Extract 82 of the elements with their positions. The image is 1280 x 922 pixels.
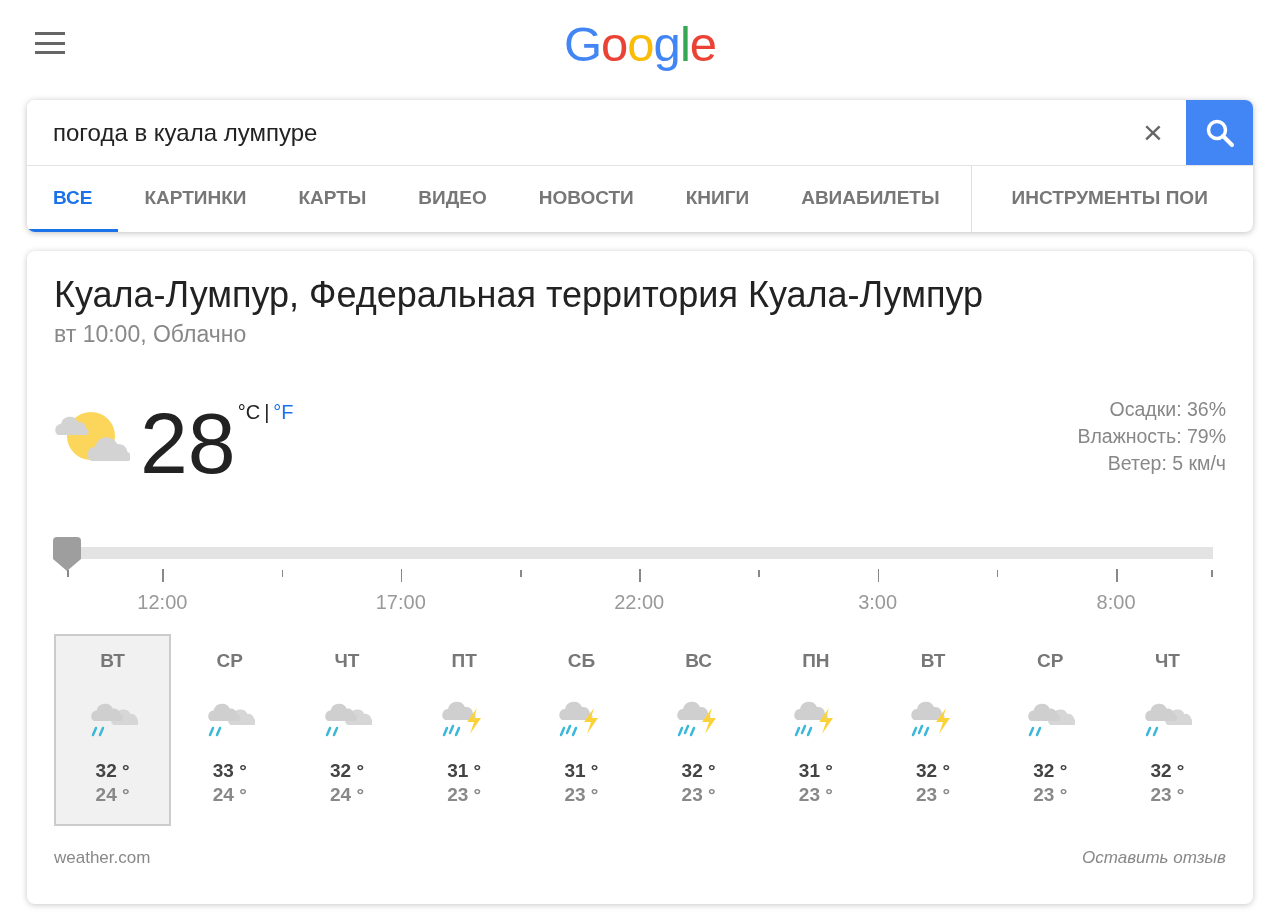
search-field[interactable]: погода в куала лумпуре (27, 100, 1120, 165)
time-label: 8:00 (1096, 591, 1136, 614)
high-temperature: 32 ° (1033, 760, 1068, 782)
tick-mark (520, 570, 522, 577)
day-forecast[interactable]: ПТ 31 ° 23 ° (405, 634, 523, 826)
low-temperature: 24 ° (330, 784, 364, 806)
high-temperature: 33 ° (212, 760, 247, 782)
day-forecast[interactable]: ПН 31 ° 23 ° (757, 634, 875, 826)
tick-mark (281, 570, 284, 577)
low-temperature: 23 ° (564, 784, 599, 806)
search-tab[interactable]: КНИГИ (659, 166, 776, 232)
tick-mark (162, 569, 164, 582)
day-name: ЧТ (334, 650, 360, 672)
time-label: 3:00 (858, 591, 898, 614)
day-forecast[interactable]: ЧТ 32 ° 24 ° (288, 634, 406, 826)
weather-detail: Влажность: 79% (1077, 424, 1226, 449)
high-temperature: 32 ° (95, 760, 130, 782)
time-condition: вт 10:00, Облачно (54, 320, 248, 349)
high-temperature: 32 ° (916, 760, 951, 782)
day-forecast[interactable]: СР 33 ° 24 ° (171, 634, 289, 826)
source-link[interactable]: weather.com (54, 848, 151, 868)
time-label: 17:00 (375, 591, 426, 614)
day-forecast[interactable]: СР 32 ° 23 ° (991, 634, 1109, 826)
search-tab[interactable]: ВИДЕО (392, 166, 513, 232)
search-button[interactable] (1186, 100, 1253, 165)
day-name: ПТ (451, 650, 477, 672)
low-temperature: 23 ° (681, 784, 716, 806)
celsius-unit[interactable]: °C (237, 401, 261, 425)
day-name: ВТ (920, 650, 946, 672)
tick-mark (639, 569, 641, 582)
search-tab[interactable]: ИНСТРУМЕНТЫ ПОИ (985, 166, 1234, 232)
temperature: 28 (140, 403, 236, 493)
day-forecast[interactable]: ВТ 32 ° 24 ° (54, 634, 172, 826)
timeline-handle[interactable] (53, 537, 81, 571)
search-tab[interactable]: АВИАБИЛЕТЫ (775, 166, 966, 232)
low-temperature: 23 ° (1150, 784, 1185, 806)
tick-mark (877, 569, 880, 582)
menu-icon[interactable] (35, 32, 65, 54)
search-tab[interactable]: КАРТЫ (272, 166, 393, 232)
low-temperature: 23 ° (916, 784, 951, 806)
tick-mark (1211, 570, 1213, 577)
google-logo: Google (563, 16, 717, 73)
fahrenheit-link[interactable]: °F (273, 401, 294, 425)
search-icon (1204, 117, 1235, 148)
day-forecast[interactable]: ВТ 32 ° 23 ° (874, 634, 992, 826)
day-forecast[interactable]: ВС 32 ° 23 ° (640, 634, 758, 826)
feedback-link[interactable]: Оставить отзыв (1082, 848, 1226, 868)
day-name: СБ (567, 650, 596, 672)
tick-mark (996, 570, 999, 577)
high-temperature: 31 ° (447, 760, 482, 782)
high-temperature: 32 ° (681, 760, 716, 782)
weather-detail: Осадки: 36% (1108, 397, 1226, 422)
time-label: 12:00 (137, 591, 188, 614)
high-temperature: 32 ° (330, 760, 364, 782)
search-tab[interactable]: КАРТИНКИ (118, 166, 273, 232)
day-name: ВТ (100, 650, 125, 672)
high-temperature: 31 ° (798, 760, 833, 782)
low-temperature: 23 ° (1033, 784, 1068, 806)
high-temperature: 32 ° (1150, 760, 1185, 782)
low-temperature: 23 ° (447, 784, 482, 806)
search-tab[interactable]: НОВОСТИ (512, 166, 660, 232)
day-name: ВС (685, 650, 712, 672)
tick-mark (1116, 569, 1118, 582)
day-name: ЧТ (1154, 650, 1180, 672)
clear-button[interactable]: × (1120, 100, 1186, 165)
day-forecast[interactable]: СБ 31 ° 23 ° (522, 634, 640, 826)
low-temperature: 23 ° (798, 784, 833, 806)
day-forecast[interactable]: ЧТ 32 ° 23 ° (1108, 634, 1227, 826)
day-name: ПН (802, 650, 830, 672)
search-tab[interactable]: ВСЕ (27, 166, 119, 232)
day-name: СР (1037, 650, 1064, 672)
unit-separator: | (264, 401, 270, 425)
tick-mark (67, 570, 69, 577)
weather-detail: Ветер: 5 км/ч (1106, 451, 1226, 476)
time-label: 22:00 (614, 591, 665, 614)
high-temperature: 31 ° (564, 760, 599, 782)
low-temperature: 24 ° (212, 784, 247, 806)
day-name: СР (216, 650, 243, 672)
low-temperature: 24 ° (95, 784, 130, 806)
location-title: Куала-Лумпур, Федеральная территория Куала-Лумпур (54, 273, 984, 317)
tick-mark (758, 570, 760, 577)
tick-mark (400, 569, 403, 582)
